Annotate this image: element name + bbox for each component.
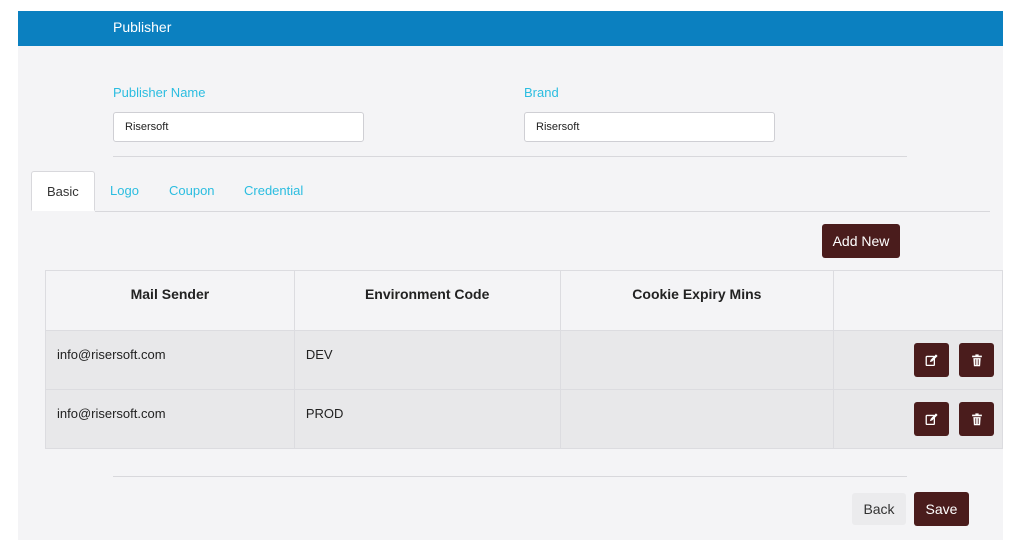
footer-divider (113, 476, 907, 477)
edit-icon (925, 353, 938, 366)
form-divider (113, 156, 907, 157)
edit-button[interactable] (914, 343, 950, 377)
panel-header: Publisher (18, 11, 1003, 46)
cell-cookie-expiry-mins (559, 389, 835, 449)
table-row: info@risersoft.com PROD (45, 389, 1003, 449)
trash-icon (971, 353, 982, 366)
tab-coupon[interactable]: Coupon (169, 171, 215, 211)
tab-credential[interactable]: Credential (244, 171, 303, 211)
edit-button[interactable] (914, 402, 950, 436)
tab-basic[interactable]: Basic (31, 171, 95, 211)
brand-label: Brand (524, 85, 559, 100)
column-header-actions (833, 270, 1003, 331)
cell-cookie-expiry-mins (559, 330, 835, 390)
publisher-name-label: Publisher Name (113, 85, 206, 100)
page-title: Publisher (113, 19, 172, 35)
tabs-underline (95, 211, 990, 212)
table-header-row: Mail Sender Environment Code Cookie Expi… (45, 270, 1003, 331)
add-new-button[interactable]: Add New (822, 224, 900, 258)
tab-logo[interactable]: Logo (110, 171, 139, 211)
trash-icon (971, 412, 982, 425)
edit-icon (925, 412, 938, 425)
column-header-environment-code[interactable]: Environment Code (293, 270, 561, 331)
cell-mail-sender: info@risersoft.com (45, 389, 295, 449)
mail-sender-table: Mail Sender Environment Code Cookie Expi… (45, 270, 1003, 449)
save-button[interactable]: Save (914, 492, 969, 526)
cell-environment-code: PROD (293, 389, 561, 449)
table-row: info@risersoft.com DEV (45, 330, 1003, 390)
brand-input[interactable] (524, 112, 775, 142)
delete-button[interactable] (959, 343, 995, 377)
cell-actions (833, 389, 1003, 449)
delete-button[interactable] (959, 402, 995, 436)
column-header-mail-sender[interactable]: Mail Sender (45, 270, 295, 331)
cell-actions (833, 330, 1003, 390)
publisher-name-input[interactable] (113, 112, 364, 142)
cell-mail-sender: info@risersoft.com (45, 330, 295, 390)
back-button[interactable]: Back (852, 493, 906, 525)
cell-environment-code: DEV (293, 330, 561, 390)
column-header-cookie-expiry-mins[interactable]: Cookie Expiry Mins (559, 270, 835, 331)
